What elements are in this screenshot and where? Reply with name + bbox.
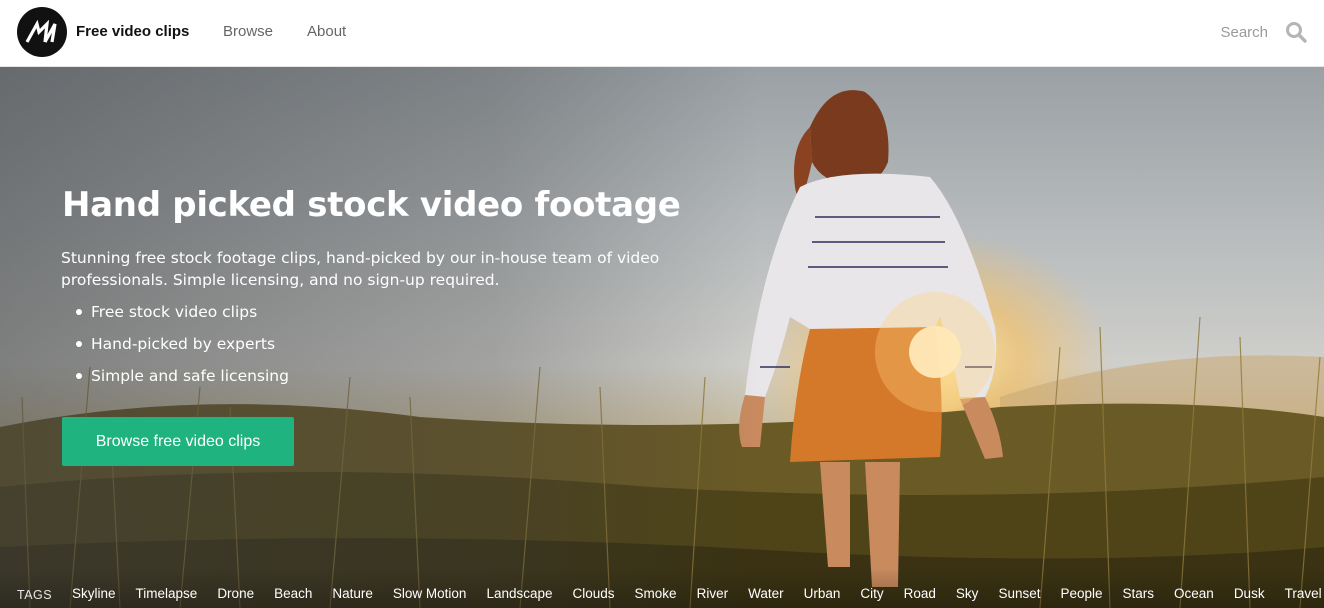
search-box bbox=[1108, 16, 1308, 48]
feature-list: Free stock video clips Hand-picked by ex… bbox=[76, 301, 289, 397]
top-navigation: Free video clips Browse About bbox=[0, 0, 1324, 67]
list-item: Free stock video clips bbox=[76, 301, 289, 333]
tag-link[interactable]: Nature bbox=[332, 586, 373, 601]
brand-link[interactable]: Free video clips bbox=[76, 23, 189, 40]
tag-link[interactable]: Sunset bbox=[998, 586, 1040, 601]
tag-link[interactable]: Timelapse bbox=[136, 586, 198, 601]
tag-link[interactable]: Beach bbox=[274, 586, 312, 601]
tag-link[interactable]: Road bbox=[904, 586, 936, 601]
mixkit-logo-icon bbox=[25, 20, 57, 43]
feature-label: Simple and safe licensing bbox=[91, 367, 289, 385]
nav-browse-link[interactable]: Browse bbox=[223, 23, 273, 40]
bullet-icon bbox=[76, 341, 82, 347]
tag-link[interactable]: Travel bbox=[1285, 586, 1322, 601]
feature-label: Hand-picked by experts bbox=[91, 335, 276, 353]
tag-link[interactable]: Urban bbox=[804, 586, 841, 601]
tags-label: TAGS bbox=[17, 588, 53, 602]
tag-link[interactable]: Clouds bbox=[573, 586, 615, 601]
tag-link[interactable]: Sky bbox=[956, 586, 979, 601]
search-icon[interactable] bbox=[1284, 20, 1308, 44]
tag-link[interactable]: River bbox=[697, 586, 729, 601]
tag-link[interactable]: Ocean bbox=[1174, 586, 1214, 601]
hero-subtitle: Stunning free stock footage clips, hand-… bbox=[61, 249, 660, 289]
tags-list: Skyline Timelapse Drone Beach Nature Slo… bbox=[72, 586, 1324, 601]
tag-link[interactable]: Smoke bbox=[635, 586, 677, 601]
tag-link[interactable]: Water bbox=[748, 586, 784, 601]
search-input[interactable] bbox=[1118, 20, 1268, 44]
tag-link[interactable]: Dusk bbox=[1234, 586, 1265, 601]
tag-link[interactable]: Drone bbox=[217, 586, 254, 601]
bullet-icon bbox=[76, 373, 82, 379]
list-item: Simple and safe licensing bbox=[76, 365, 289, 397]
browse-clips-button[interactable]: Browse free video clips bbox=[62, 417, 294, 466]
nav-about-link[interactable]: About bbox=[307, 23, 346, 40]
bullet-icon bbox=[76, 309, 82, 315]
tags-bar: TAGS Skyline Timelapse Drone Beach Natur… bbox=[0, 568, 1324, 608]
tag-link[interactable]: City bbox=[860, 586, 883, 601]
tag-link[interactable]: Slow Motion bbox=[393, 586, 467, 601]
hero-section: Hand picked stock video footage Stunning… bbox=[0, 67, 1324, 608]
tag-link[interactable]: People bbox=[1060, 586, 1102, 601]
feature-label: Free stock video clips bbox=[91, 303, 258, 321]
tag-link[interactable]: Landscape bbox=[486, 586, 552, 601]
tag-link[interactable]: Stars bbox=[1123, 586, 1155, 601]
list-item: Hand-picked by experts bbox=[76, 333, 289, 365]
hero-title: Hand picked stock video footage bbox=[62, 185, 681, 225]
logo[interactable] bbox=[17, 7, 67, 57]
tag-link[interactable]: Skyline bbox=[72, 586, 116, 601]
